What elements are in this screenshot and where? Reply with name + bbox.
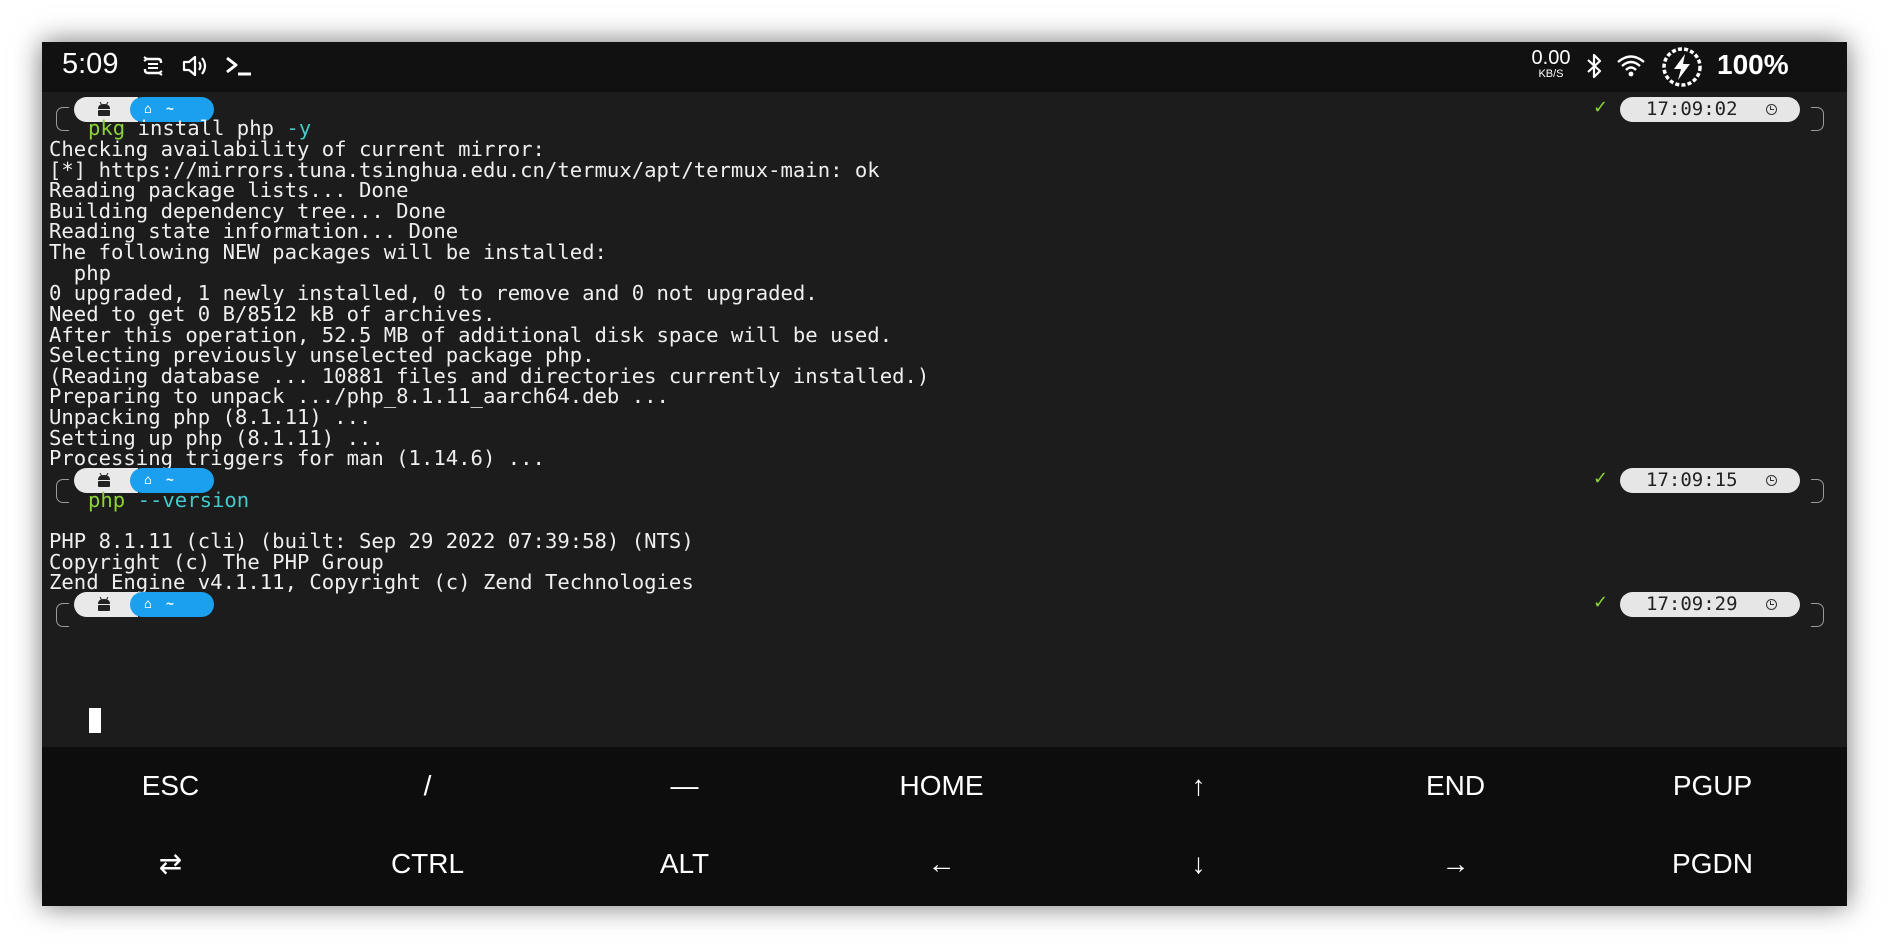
- command-line: php --version: [88, 488, 249, 512]
- terminal-cursor: [89, 708, 101, 733]
- exit-status-ok: ✓: [1593, 97, 1609, 118]
- prompt-dir-segment: ⌂ ~: [130, 592, 214, 617]
- key-alt[interactable]: ALT: [556, 825, 813, 903]
- timestamp-text: 17:09:02: [1646, 98, 1738, 120]
- timestamp-text: 17:09:15: [1646, 469, 1738, 491]
- key-down[interactable]: ↓: [1070, 825, 1327, 903]
- command-timestamp: 17:09:02: [1620, 97, 1800, 122]
- android-icon: [98, 473, 110, 487]
- key-ctrl[interactable]: CTRL: [299, 825, 556, 903]
- sync-icon: [143, 56, 163, 76]
- command-name: php: [88, 488, 126, 512]
- key-tab[interactable]: ⇄: [42, 825, 299, 903]
- prompt-frame-left: [56, 107, 69, 131]
- prompt-dir: ~: [166, 597, 174, 612]
- key-dash[interactable]: —: [556, 747, 813, 825]
- battery-charging-icon: [1662, 47, 1702, 87]
- prompt-segment: ⌂ ~: [74, 592, 214, 617]
- battery-percent: 100%: [1717, 49, 1789, 80]
- output-line: Zend Engine v4.1.11, Copyright (c) Zend …: [49, 570, 694, 594]
- volume-icon: [182, 55, 207, 77]
- key-esc[interactable]: ESC: [42, 747, 299, 825]
- android-icon: [98, 102, 110, 116]
- exit-status-ok: ✓: [1593, 468, 1609, 489]
- network-speed-unit: KB/S: [1538, 68, 1564, 80]
- prompt-frame-right: [1811, 107, 1824, 131]
- key-pgdn[interactable]: PGDN: [1584, 825, 1841, 903]
- extra-keys-bar: ESC / — HOME ↑ END PGUP ⇄ CTRL ALT ← ↓ →…: [42, 747, 1847, 906]
- exit-status-ok: ✓: [1593, 592, 1609, 613]
- prompt-frame-left: [56, 479, 69, 503]
- terminal-output[interactable]: ⌂ ~ ✓ 17:09:02 pkg install php -y Checki…: [42, 92, 1847, 747]
- command-flag: --version: [137, 488, 250, 512]
- clock-icon: [1766, 599, 1777, 610]
- android-icon: [98, 597, 110, 611]
- timestamp-text: 17:09:29: [1646, 593, 1738, 615]
- prompt-os-segment: [74, 592, 138, 617]
- key-home[interactable]: HOME: [813, 747, 1070, 825]
- bluetooth-icon: [1587, 53, 1602, 79]
- command-args: [125, 488, 137, 512]
- wifi-icon: [1617, 55, 1645, 77]
- command-timestamp: 17:09:15: [1620, 468, 1800, 493]
- status-time: 5:09: [62, 48, 119, 80]
- prompt-frame-right: [1811, 603, 1824, 627]
- key-right[interactable]: →: [1327, 825, 1584, 903]
- network-speed: 0.00 KB/S: [1526, 48, 1576, 80]
- key-up[interactable]: ↑: [1070, 747, 1327, 825]
- home-icon: ⌂: [144, 597, 152, 612]
- prompt-frame-left: [56, 603, 69, 627]
- clock-icon: [1766, 475, 1777, 486]
- clock-icon: [1766, 104, 1777, 115]
- output-line: Processing triggers for man (1.14.6) ...: [49, 446, 545, 470]
- key-pgup[interactable]: PGUP: [1584, 747, 1841, 825]
- key-left[interactable]: ←: [813, 825, 1070, 903]
- prompt-frame-right: [1811, 479, 1824, 503]
- terminal-prompt-icon: [226, 56, 251, 76]
- key-slash[interactable]: /: [299, 747, 556, 825]
- termux-window: 5:09 0.00 KB/S 100% ⌂ ~ ✓ 17:09:02 pkg i…: [42, 42, 1847, 906]
- key-end[interactable]: END: [1327, 747, 1584, 825]
- command-timestamp: 17:09:29: [1620, 592, 1800, 617]
- status-bar: 5:09 0.00 KB/S 100%: [42, 42, 1847, 92]
- network-speed-value: 0.00: [1531, 47, 1571, 69]
- output-line: The following NEW packages will be insta…: [49, 240, 607, 264]
